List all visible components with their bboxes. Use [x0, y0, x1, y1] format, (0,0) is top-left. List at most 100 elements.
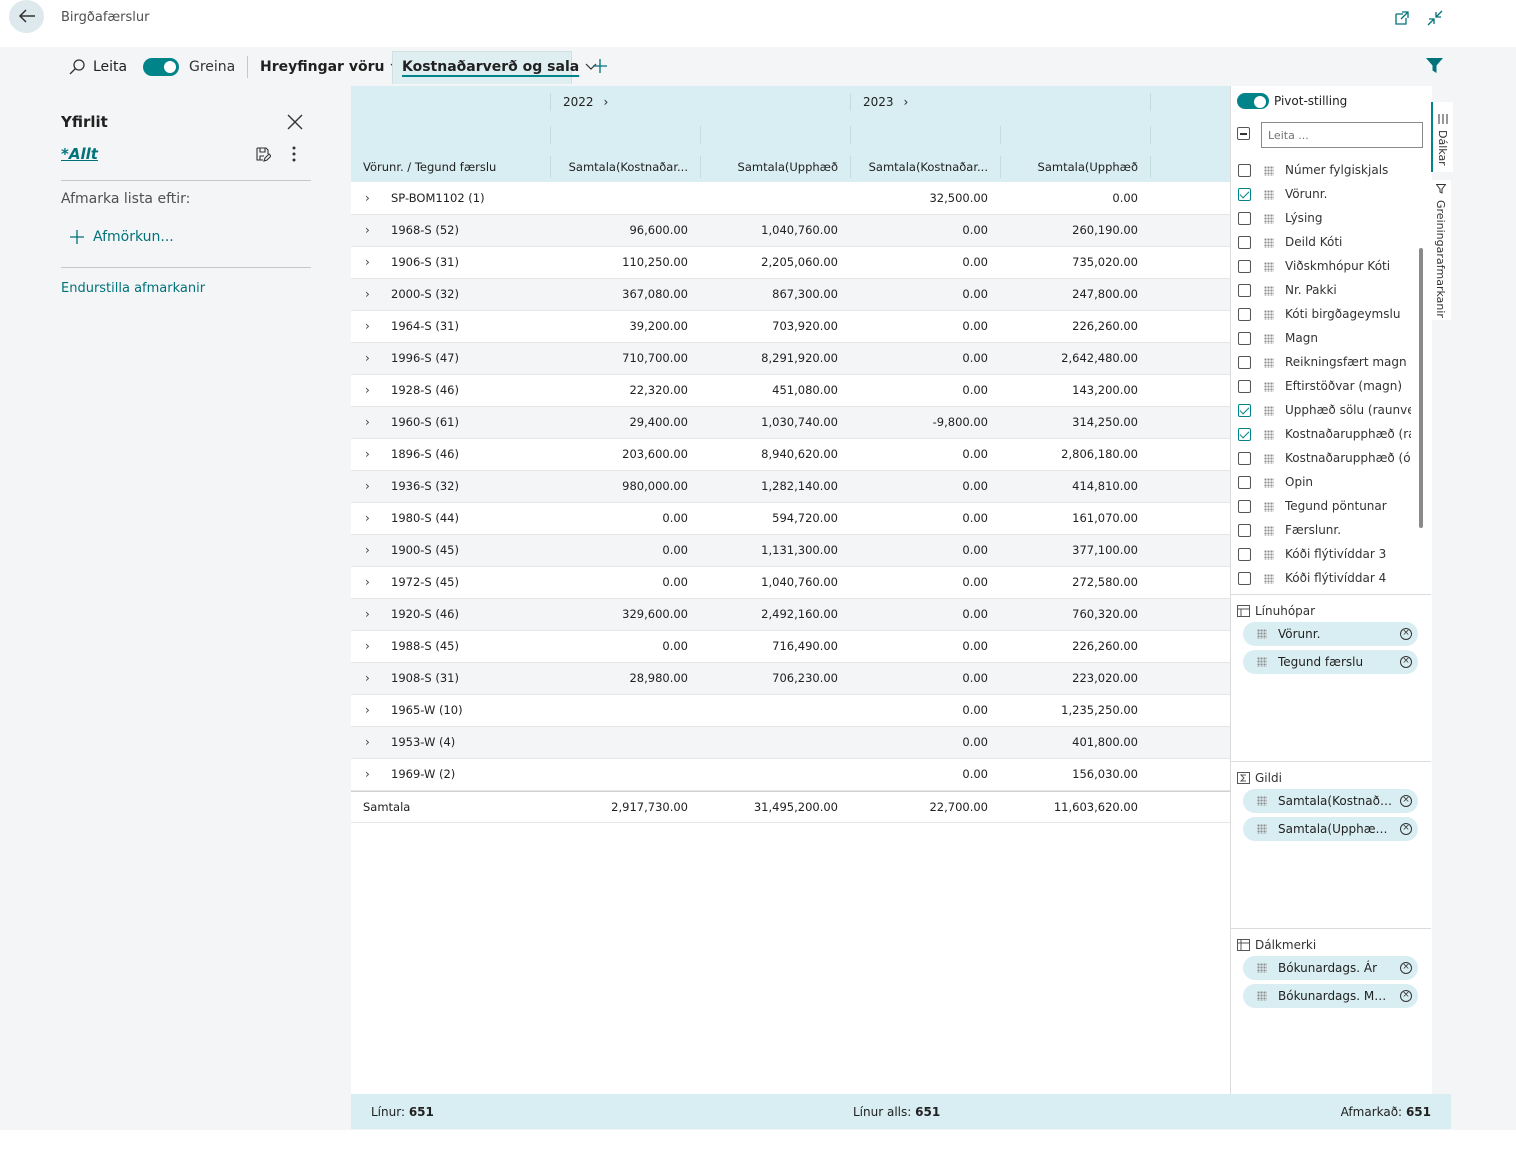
expand-chevron-icon[interactable]: ›: [365, 503, 370, 534]
year-header-2022[interactable]: 2022 ›: [563, 95, 608, 109]
drag-handle-icon[interactable]: [1257, 629, 1267, 639]
field-checkbox[interactable]: [1238, 548, 1251, 561]
field-item[interactable]: Vörunr.: [1237, 186, 1417, 204]
filter-button[interactable]: [1426, 58, 1443, 76]
add-filter-button[interactable]: Afmörkun...: [69, 229, 174, 245]
field-item[interactable]: Magn: [1237, 330, 1417, 348]
tab-columns[interactable]: Dálkar: [1431, 102, 1453, 172]
field-item[interactable]: Opin: [1237, 474, 1417, 492]
field-item[interactable]: Kóði flýtivíddar 4: [1237, 570, 1417, 588]
back-button[interactable]: [9, 0, 44, 33]
search-button[interactable]: Leita: [68, 52, 127, 82]
table-row[interactable]: › 1928-S (46) 22,320.00 451,080.00 0.00 143,2…: [351, 375, 1230, 407]
field-pill[interactable]: Samtala(Kostnaðar... ×: [1243, 789, 1418, 813]
field-checkbox[interactable]: [1238, 476, 1251, 489]
drag-handle-icon[interactable]: [1264, 574, 1274, 584]
remove-icon[interactable]: ×: [1400, 656, 1412, 668]
add-tab-button[interactable]: [592, 58, 608, 77]
expand-chevron-icon[interactable]: ›: [365, 631, 370, 662]
field-checkbox[interactable]: [1238, 404, 1251, 417]
field-checkbox[interactable]: [1238, 500, 1251, 513]
drag-handle-icon[interactable]: [1264, 358, 1274, 368]
field-item[interactable]: Kóði flýtivíddar 3: [1237, 546, 1417, 564]
open-new-window-icon[interactable]: [1393, 9, 1411, 27]
table-row[interactable]: › 1968-S (52) 96,600.00 1,040,760.00 0.00 260…: [351, 215, 1230, 247]
expand-chevron-icon[interactable]: ›: [365, 343, 370, 374]
field-checkbox[interactable]: [1238, 212, 1251, 225]
column-header-value[interactable]: Samtala(Kostnaðar...: [848, 160, 988, 174]
table-row[interactable]: › SP-BOM1102 (1) 32,500.00 0.00: [351, 183, 1230, 215]
field-item[interactable]: Reikningsfært magn: [1237, 354, 1417, 372]
field-checkbox[interactable]: [1238, 380, 1251, 393]
drag-handle-icon[interactable]: [1264, 382, 1274, 392]
table-row[interactable]: › 1960-S (61) 29,400.00 1,030,740.00 -9,800.…: [351, 407, 1230, 439]
field-item[interactable]: Deild Kóti: [1237, 234, 1417, 252]
field-pill[interactable]: Tegund færslu ×: [1243, 650, 1418, 674]
field-checkbox[interactable]: [1238, 284, 1251, 297]
field-item[interactable]: Færslunr.: [1237, 522, 1417, 540]
expand-chevron-icon[interactable]: ›: [365, 727, 370, 758]
field-checkbox[interactable]: [1238, 332, 1251, 345]
table-row[interactable]: › 1896-S (46) 203,600.00 8,940,620.00 0.00 2,…: [351, 439, 1230, 471]
expand-chevron-icon[interactable]: ›: [365, 375, 370, 406]
field-item[interactable]: Upphæð sölu (raunve...: [1237, 402, 1417, 420]
table-row[interactable]: › 1964-S (31) 39,200.00 703,920.00 0.00 226,2…: [351, 311, 1230, 343]
field-item[interactable]: Númer fylgiskjals: [1237, 162, 1417, 180]
table-row[interactable]: › 1996-S (47) 710,700.00 8,291,920.00 0.00 2,…: [351, 343, 1230, 375]
drag-handle-icon[interactable]: [1264, 406, 1274, 416]
expand-chevron-icon[interactable]: ›: [365, 311, 370, 342]
field-pill[interactable]: Bókunardags. Mán... ×: [1243, 984, 1418, 1008]
table-row[interactable]: › 1980-S (44) 0.00 594,720.00 0.00 161,070.00: [351, 503, 1230, 535]
select-all-checkbox[interactable]: [1237, 127, 1250, 140]
drag-handle-icon[interactable]: [1264, 526, 1274, 536]
reset-filters-link[interactable]: Endurstilla afmarkanir: [61, 281, 205, 296]
table-row[interactable]: › 1988-S (45) 0.00 716,490.00 0.00 226,260.00: [351, 631, 1230, 663]
expand-chevron-icon[interactable]: ›: [365, 695, 370, 726]
remove-icon[interactable]: ×: [1400, 628, 1412, 640]
more-options-button[interactable]: [292, 146, 296, 165]
pivot-mode-toggle[interactable]: Pivot-stilling: [1237, 93, 1347, 109]
drag-handle-icon[interactable]: [1257, 796, 1267, 806]
table-row[interactable]: › 1965-W (10) 0.00 1,235,250.00: [351, 695, 1230, 727]
table-row[interactable]: › 1920-S (46) 329,600.00 2,492,160.00 0.00 76…: [351, 599, 1230, 631]
field-item[interactable]: Tegund pöntunar: [1237, 498, 1417, 516]
tab-item-movements[interactable]: Hreyfingar vöru: [260, 52, 402, 82]
drag-handle-icon[interactable]: [1257, 824, 1267, 834]
field-item[interactable]: Eftirstöðvar (magn): [1237, 378, 1417, 396]
expand-chevron-icon[interactable]: ›: [365, 599, 370, 630]
remove-icon[interactable]: ×: [1400, 823, 1412, 835]
table-row[interactable]: › 1969-W (2) 0.00 156,030.00: [351, 759, 1230, 791]
indeterminate-checkbox[interactable]: [1237, 127, 1250, 140]
expand-chevron-icon[interactable]: ›: [365, 567, 370, 598]
drag-handle-icon[interactable]: [1264, 502, 1274, 512]
pivot-switch[interactable]: [1237, 93, 1269, 109]
table-row[interactable]: › 1972-S (45) 0.00 1,040,760.00 0.00 272,580.…: [351, 567, 1230, 599]
expand-chevron-icon[interactable]: ›: [365, 759, 370, 790]
field-checkbox[interactable]: [1238, 188, 1251, 201]
drag-handle-icon[interactable]: [1264, 478, 1274, 488]
expand-chevron-icon[interactable]: ›: [365, 535, 370, 566]
remove-icon[interactable]: ×: [1400, 962, 1412, 974]
field-checkbox[interactable]: [1238, 524, 1251, 537]
field-pill[interactable]: Samtala(Upphæð s... ×: [1243, 817, 1418, 841]
analyze-switch[interactable]: [143, 58, 179, 76]
field-checkbox[interactable]: [1238, 452, 1251, 465]
field-pill[interactable]: Bókunardags. Ár ×: [1243, 956, 1418, 980]
drag-handle-icon[interactable]: [1264, 166, 1274, 176]
drag-handle-icon[interactable]: [1264, 238, 1274, 248]
tab-cost-and-sales-label[interactable]: Kostnaðarverð og sala: [402, 52, 597, 82]
table-row[interactable]: › 1908-S (31) 28,980.00 706,230.00 0.00 223,0…: [351, 663, 1230, 695]
save-view-button[interactable]: [255, 146, 272, 165]
table-row[interactable]: › 1900-S (45) 0.00 1,131,300.00 0.00 377,100.…: [351, 535, 1230, 567]
drag-handle-icon[interactable]: [1264, 550, 1274, 560]
year-header-2023[interactable]: 2023 ›: [863, 95, 908, 109]
field-checkbox[interactable]: [1238, 236, 1251, 249]
view-name-link[interactable]: *Allt: [61, 145, 98, 163]
field-checkbox[interactable]: [1238, 164, 1251, 177]
table-row[interactable]: › 2000-S (32) 367,080.00 867,300.00 0.00 247,…: [351, 279, 1230, 311]
close-pane-button[interactable]: [286, 113, 304, 134]
field-checkbox[interactable]: [1238, 356, 1251, 369]
drag-handle-icon[interactable]: [1257, 963, 1267, 973]
drag-handle-icon[interactable]: [1264, 310, 1274, 320]
field-checkbox[interactable]: [1238, 308, 1251, 321]
